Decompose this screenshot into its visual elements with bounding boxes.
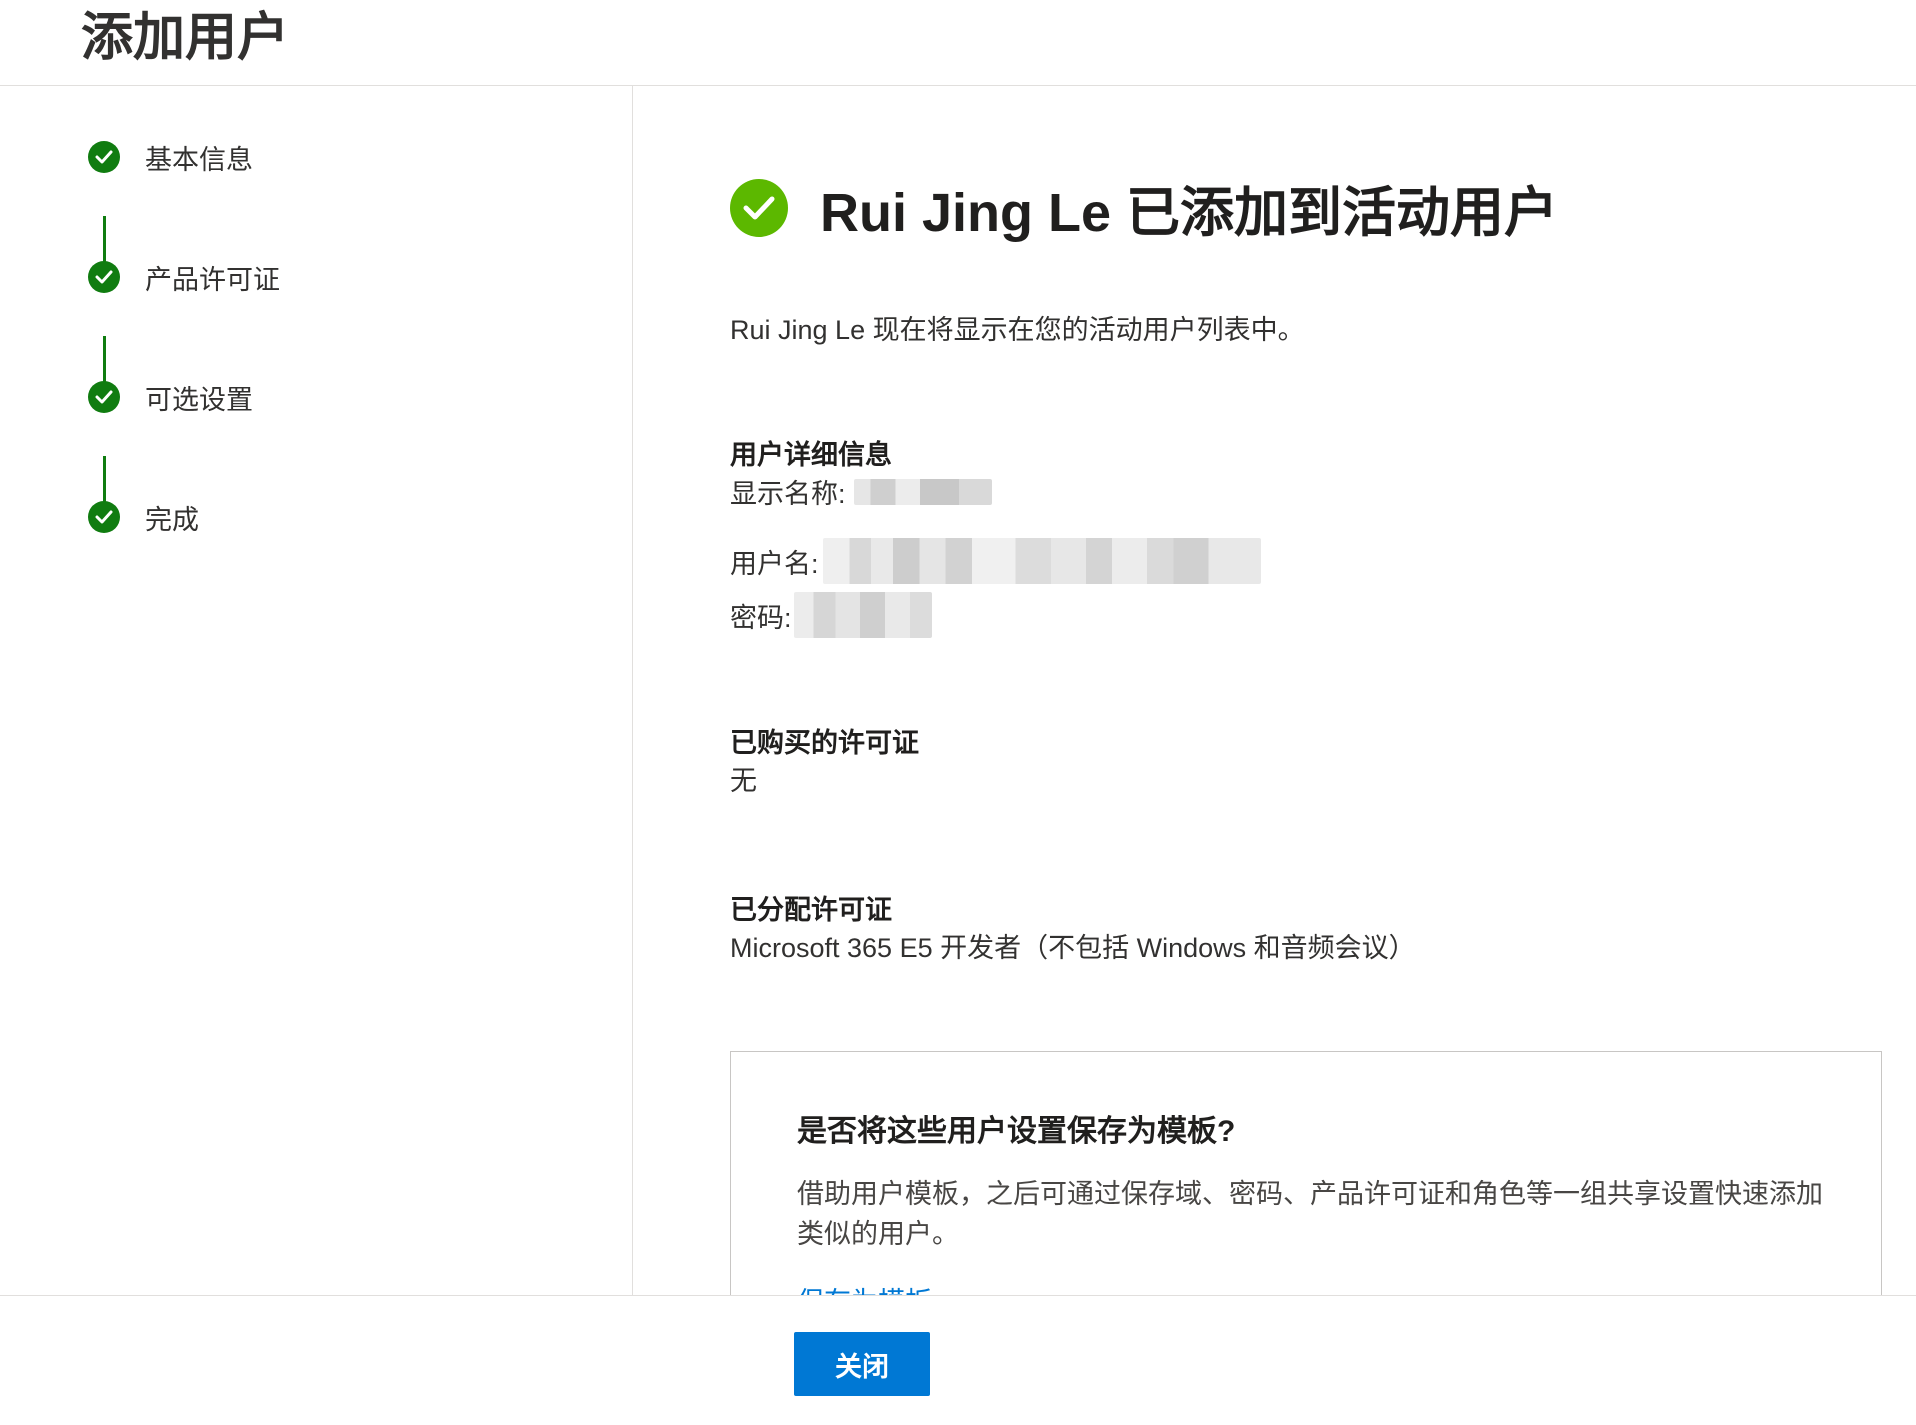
step-basic-info[interactable]: 基本信息 — [88, 140, 253, 175]
check-circle-icon — [88, 261, 120, 293]
redacted-password — [793, 592, 932, 638]
success-description: Rui Jing Le 现在将显示在您的活动用户列表中。 — [730, 315, 1305, 345]
user-details-heading: 用户详细信息 — [730, 440, 892, 470]
step-optional-settings[interactable]: 可选设置 — [88, 380, 253, 415]
save-as-template-link[interactable]: 保存为模板 — [797, 1280, 932, 1295]
display-name-label: 显示名称: — [730, 479, 846, 509]
footer-bar: 关闭 — [0, 1295, 1916, 1425]
save-template-card: 是否将这些用户设置保存为模板? 借助用户模板，之后可通过保存域、密码、产品许可证… — [730, 1051, 1882, 1295]
username-label: 用户名: — [730, 548, 819, 579]
success-title: Rui Jing Le 已添加到活动用户 — [820, 183, 1559, 243]
template-card-text: 借助用户模板，之后可通过保存域、密码、产品许可证和角色等一组共享设置快速添加类似… — [797, 1179, 1823, 1249]
username-row: 用户名: — [730, 538, 1261, 584]
check-circle-icon — [88, 141, 120, 173]
purchased-license-heading: 已购买的许可证 — [730, 728, 919, 758]
redacted-username — [822, 538, 1261, 584]
check-circle-icon — [730, 178, 788, 237]
password-label: 密码: — [730, 602, 792, 633]
close-button[interactable]: 关闭 — [794, 1332, 930, 1396]
main-panel: Rui Jing Le 已添加到活动用户 Rui Jing Le 现在将显示在您… — [634, 86, 1916, 1295]
step-product-license[interactable]: 产品许可证 — [88, 260, 280, 295]
step-finish[interactable]: 完成 — [88, 500, 199, 535]
check-circle-icon — [88, 501, 120, 533]
assigned-license-value: Microsoft 365 E5 开发者（不包括 Windows 和音频会议） — [730, 933, 1416, 963]
step-label: 基本信息 — [145, 144, 253, 175]
display-name-row: 显示名称: — [730, 472, 992, 511]
password-row: 密码: — [730, 592, 932, 638]
step-label: 产品许可证 — [145, 264, 280, 295]
purchased-license-value: 无 — [730, 766, 757, 796]
redacted-display-name — [853, 478, 992, 505]
assigned-license-heading: 已分配许可证 — [730, 895, 892, 925]
step-label: 完成 — [145, 504, 199, 535]
step-label: 可选设置 — [145, 384, 253, 415]
template-card-title: 是否将这些用户设置保存为模板? — [797, 1115, 1236, 1148]
wizard-steps: 基本信息 产品许可证 可选设置 完成 — [0, 86, 633, 1295]
page-header: 添加用户 — [0, 0, 1916, 86]
success-header: Rui Jing Le 已添加到活动用户 — [730, 168, 1558, 247]
page-title: 添加用户 — [81, 9, 290, 67]
check-circle-icon — [88, 381, 120, 413]
